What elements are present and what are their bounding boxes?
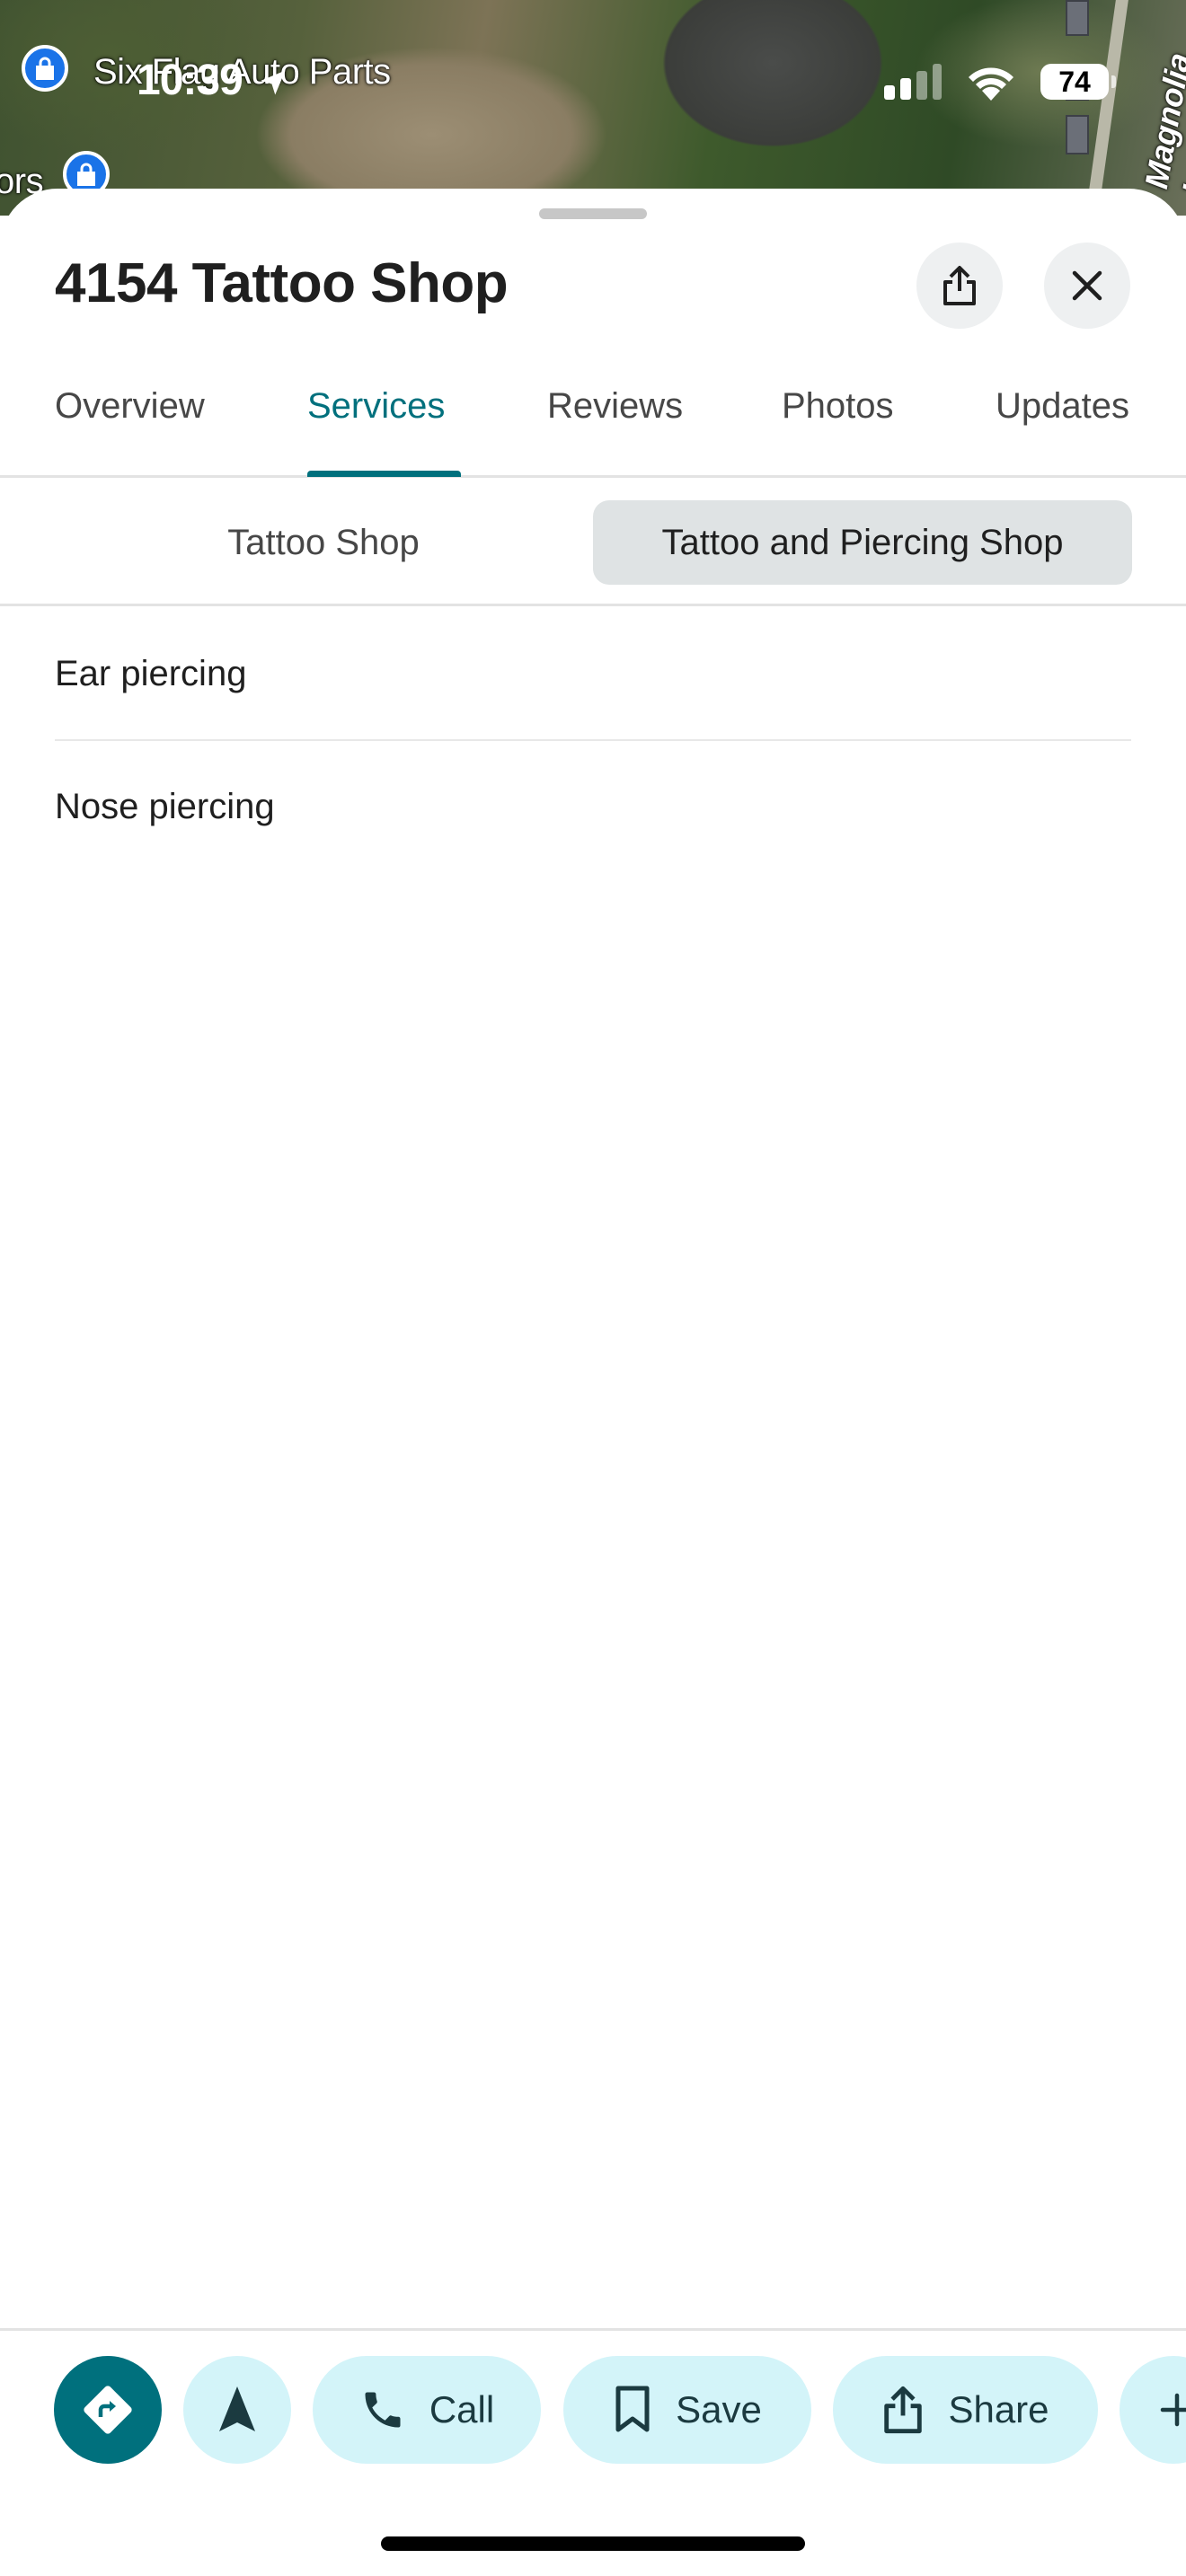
map-pin-icon[interactable] [22,45,68,92]
tab-reviews[interactable]: Reviews [547,386,683,476]
cellular-signal-icon [884,64,942,100]
share-icon [884,2386,923,2434]
service-item: Nose piercing [55,787,275,826]
navigation-arrow-icon [219,2386,255,2431]
location-arrow-icon [261,70,286,95]
share-button-label: Share [948,2388,1049,2430]
tab-photos[interactable]: Photos [782,386,894,476]
save-button-label: Save [676,2388,762,2430]
battery-level: 74 [1058,65,1091,98]
map-building [1066,115,1089,154]
place-title: 4154 Tattoo Shop [55,252,509,314]
tab-services[interactable]: Services [307,386,445,476]
service-item: Ear piercing [55,609,1131,741]
battery-indicator: 74 [1040,64,1116,100]
map-label-street: Magnolia Ln [1137,50,1186,198]
map-building [1066,0,1089,36]
bookmark-icon [615,2386,650,2432]
category-selector: Tattoo Shop Tattoo and Piercing Shop [0,481,1186,606]
home-indicator[interactable] [381,2536,805,2551]
service-list: Ear piercing Nose piercing [55,609,1131,873]
active-tab-indicator [307,471,461,477]
tab-updates[interactable]: Updates [996,386,1129,476]
wifi-icon [969,67,1013,101]
tab-overview[interactable]: Overview [55,386,205,476]
share-top-button[interactable] [916,243,1003,329]
chip-tattoo-and-piercing-shop[interactable]: Tattoo and Piercing Shop [593,500,1132,585]
tab-bar: Overview Services Reviews Photos Updates [0,359,1186,478]
share-button[interactable]: Share [833,2356,1098,2464]
status-icons: 74 [882,63,1116,101]
call-button[interactable]: Call [313,2356,541,2464]
chip-tattoo-shop[interactable]: Tattoo Shop [135,500,512,585]
map-road [1085,0,1128,216]
share-icon [943,266,976,305]
close-icon [1072,270,1102,301]
directions-icon [84,2386,132,2434]
more-actions-button[interactable] [1120,2356,1186,2464]
phone-icon [365,2392,401,2428]
status-time-text: 10:39 [137,57,243,104]
directions-button[interactable] [54,2356,162,2464]
status-time: 10:39 [137,56,289,105]
place-sheet: 4154 Tattoo Shop Overview Services Revie… [0,189,1186,2576]
plus-icon [1160,2393,1186,2427]
start-navigation-button[interactable] [183,2356,291,2464]
close-button[interactable] [1044,243,1130,329]
map-background[interactable]: Six Flag Auto Parts ors Magnolia Ln [0,0,1186,216]
call-button-label: Call [429,2388,495,2430]
save-button[interactable]: Save [563,2356,811,2464]
sheet-drag-handle[interactable] [539,208,647,219]
